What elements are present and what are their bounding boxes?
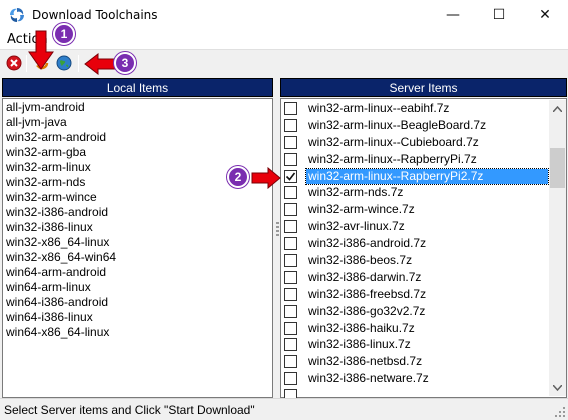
server-list-item[interactable]: win32-arm-linux--eabihf.7z — [281, 100, 548, 117]
close-button[interactable]: ✕ — [522, 0, 568, 30]
server-list-item[interactable]: win32-i386-haiku.7z — [281, 320, 548, 337]
server-items-header: Server Items — [280, 78, 567, 97]
item-checkbox[interactable] — [284, 338, 297, 352]
item-checkbox[interactable] — [284, 253, 297, 267]
server-list-item[interactable]: win32-arm-wince.7z — [281, 201, 548, 218]
list-item[interactable]: win32-i386-linux — [5, 220, 273, 235]
list-item[interactable]: win32-x86_64-win64 — [5, 250, 273, 265]
status-text: Select Server items and Click "Start Dow… — [4, 403, 255, 417]
item-label: win32-i386-haiku.7z — [308, 320, 415, 335]
server-list-item[interactable]: win32-arm-nds.7z — [281, 184, 548, 201]
toolbar-separator — [78, 55, 79, 72]
item-checkbox[interactable] — [284, 118, 297, 132]
local-items-header: Local Items — [2, 78, 273, 97]
window-title: Download Toolchains — [32, 8, 158, 22]
server-list-item[interactable]: win32-i386-darwin.7z — [281, 269, 548, 286]
item-label: win32-i386-netbsd.7z — [308, 354, 423, 369]
list-item[interactable]: win32-x86_64-linux — [5, 235, 273, 250]
toolbar-separator — [26, 55, 27, 72]
server-list-item[interactable]: win32-arm-linux--BeagleBoard.7z — [281, 117, 548, 134]
annotation-arrow-down-icon — [28, 30, 54, 70]
annotation-badge-3: 3 — [114, 52, 136, 74]
server-items-list[interactable]: win32-arm-linux--eabihf.7z win32-arm-linu… — [281, 100, 549, 403]
list-item[interactable]: win32-arm-android — [5, 130, 273, 145]
server-list-item[interactable]: win32-i386-netware.7z — [281, 370, 548, 387]
item-checkbox[interactable] — [284, 152, 297, 166]
item-checkbox[interactable] — [284, 372, 297, 386]
item-label: win32-i386-freebsd.7z — [308, 286, 427, 301]
server-list-item[interactable]: win32-arm-linux--Cubieboard.7z — [281, 134, 548, 151]
item-label: win32-arm-wince.7z — [308, 202, 415, 217]
stop-red-x-icon[interactable] — [5, 54, 23, 72]
server-list-item[interactable]: win32-arm-linux--RapberryPi2.7z — [281, 167, 549, 185]
local-items-list[interactable]: all-jvm-android all-jvm-java win32-arm-and… — [5, 100, 273, 396]
list-item[interactable]: win64-arm-android — [5, 265, 273, 280]
item-label: win32-arm-linux--BeagleBoard.7z — [308, 117, 487, 132]
item-label: win32-arm-linux--RapberryPi2.7z — [305, 167, 549, 185]
server-list-item[interactable]: win32-i386-freebsd.7z — [281, 286, 548, 303]
menu-bar: Action — [0, 30, 568, 50]
scroll-thumb[interactable] — [550, 148, 565, 188]
annotation-arrow-left-icon — [84, 53, 116, 75]
item-checkbox[interactable] — [284, 321, 297, 335]
globe-icon[interactable] — [55, 54, 73, 72]
item-checkbox[interactable] — [284, 169, 297, 183]
server-list-item[interactable]: win32-arm-linux--RapberryPi.7z — [281, 151, 548, 168]
scroll-up-icon[interactable] — [549, 100, 566, 117]
item-checkbox[interactable] — [284, 287, 297, 301]
resize-grip-icon[interactable] — [554, 406, 566, 418]
item-checkbox[interactable] — [284, 203, 297, 217]
list-item[interactable]: win64-x86_64-linux — [5, 325, 273, 340]
list-item[interactable]: win64-arm-linux — [5, 280, 273, 295]
list-item[interactable]: win32-arm-wince — [5, 190, 273, 205]
list-item[interactable]: win32-i386-android — [5, 205, 273, 220]
scroll-down-icon[interactable] — [549, 379, 566, 396]
item-checkbox[interactable] — [284, 135, 297, 149]
item-label: win32-i386-beos.7z — [308, 252, 413, 267]
item-checkbox[interactable] — [284, 270, 297, 284]
server-list-item[interactable]: win32-i386-go32v2.7z — [281, 303, 548, 320]
item-label: win32-i386-linux.7z — [308, 337, 411, 352]
server-list-item[interactable]: win32-i386-netbsd.7z — [281, 353, 548, 370]
item-label: win32-avr-linux.7z — [308, 219, 405, 234]
item-checkbox[interactable] — [284, 355, 297, 369]
server-list-item[interactable]: win32-i386-android.7z — [281, 235, 548, 252]
server-list-item[interactable]: win32-avr-linux.7z — [281, 218, 548, 235]
annotation-arrow-right-icon — [251, 167, 281, 189]
annotation-badge-2: 2 — [227, 166, 249, 188]
item-checkbox[interactable] — [284, 220, 297, 234]
server-list-scrollbar[interactable] — [549, 100, 566, 396]
item-label: win32-arm-linux--eabihf.7z — [308, 100, 450, 115]
minimize-button[interactable]: — — [430, 0, 476, 30]
list-item[interactable]: all-jvm-java — [5, 115, 273, 130]
item-label: win32-i386-netware.7z — [308, 371, 429, 386]
item-label: win32-arm-linux--RapberryPi.7z — [308, 151, 477, 166]
item-checkbox[interactable] — [284, 101, 297, 115]
item-label: win32-arm-nds.7z — [308, 185, 404, 200]
list-item[interactable]: all-jvm-android — [5, 100, 273, 115]
title-bar: Download Toolchains — ☐ ✕ — [0, 0, 568, 30]
server-list-item[interactable]: win32-i386-linux.7z — [281, 336, 548, 353]
item-checkbox[interactable] — [284, 186, 297, 200]
status-bar: Select Server items and Click "Start Dow… — [0, 398, 568, 420]
list-item[interactable]: win32-arm-gba — [5, 145, 273, 160]
item-label: win32-i386-darwin.7z — [308, 269, 422, 284]
item-label: win32-arm-linux--Cubieboard.7z — [308, 134, 479, 149]
item-checkbox[interactable] — [284, 304, 297, 318]
annotation-badge-1: 1 — [53, 23, 75, 45]
maximize-button[interactable]: ☐ — [476, 0, 522, 30]
item-label: win32-i386-android.7z — [308, 236, 427, 251]
item-checkbox[interactable] — [284, 237, 297, 251]
item-label: win32-i386-go32v2.7z — [308, 303, 426, 318]
app-swirl-icon — [8, 6, 26, 24]
list-item[interactable]: win64-i386-android — [5, 295, 273, 310]
list-item[interactable]: win64-i386-linux — [5, 310, 273, 325]
server-list-item[interactable]: win32-i386-beos.7z — [281, 252, 548, 269]
